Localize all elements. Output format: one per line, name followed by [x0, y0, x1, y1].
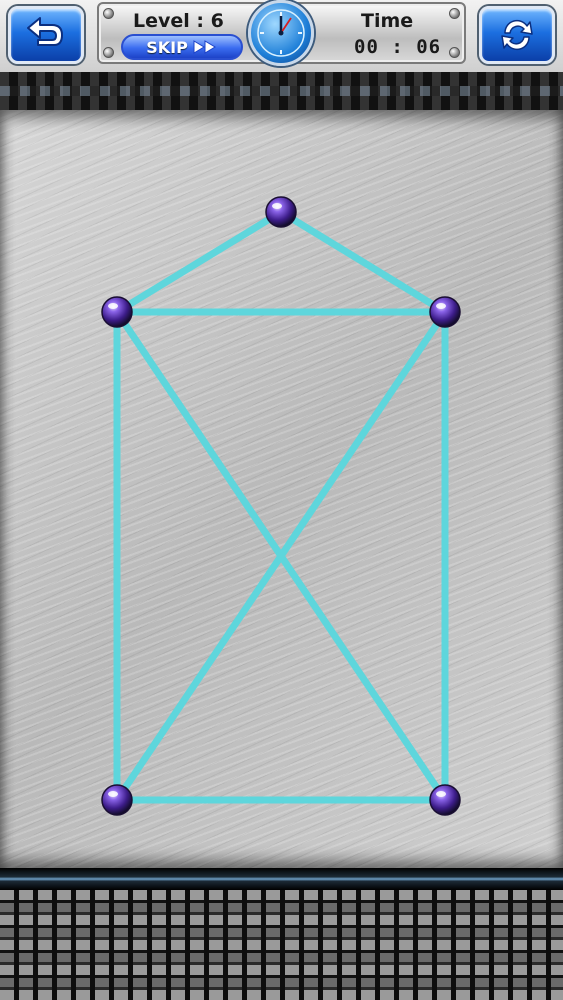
clock-icon — [248, 0, 314, 66]
screw-icon — [103, 47, 114, 58]
puzzle-edge-top-upper-left[interactable] — [113, 208, 285, 316]
decorative-strip-top — [0, 72, 563, 113]
puzzle-node-lower-left[interactable] — [101, 784, 133, 816]
puzzle-node-top[interactable] — [265, 196, 297, 228]
screw-icon — [449, 47, 460, 58]
puzzle-canvas[interactable] — [0, 110, 563, 868]
skip-label: SKIP — [146, 37, 188, 57]
time-label: Time — [361, 10, 414, 32]
screw-icon — [449, 8, 460, 19]
game-board[interactable] — [0, 110, 563, 868]
level-label: Level : 6 — [133, 10, 224, 32]
time-value: 00 : 06 — [354, 36, 442, 58]
reload-button[interactable] — [479, 6, 555, 64]
screw-icon — [103, 8, 114, 19]
back-arrow-icon — [27, 17, 63, 46]
metal-grille — [0, 890, 563, 1000]
puzzle-edge-top-upper-right[interactable] — [277, 208, 449, 316]
puzzle-node-lower-right[interactable] — [429, 784, 461, 816]
top-bar: Level : 6 SKIP Time 00 : 06 — [0, 0, 563, 72]
fast-forward-icon — [193, 40, 216, 54]
skip-button[interactable]: SKIP — [121, 34, 243, 60]
puzzle-node-upper-left[interactable] — [101, 296, 133, 328]
back-button[interactable] — [8, 6, 84, 64]
reload-icon — [501, 19, 533, 51]
puzzle-node-upper-right[interactable] — [429, 296, 461, 328]
decorative-strip-bottom — [0, 868, 563, 890]
